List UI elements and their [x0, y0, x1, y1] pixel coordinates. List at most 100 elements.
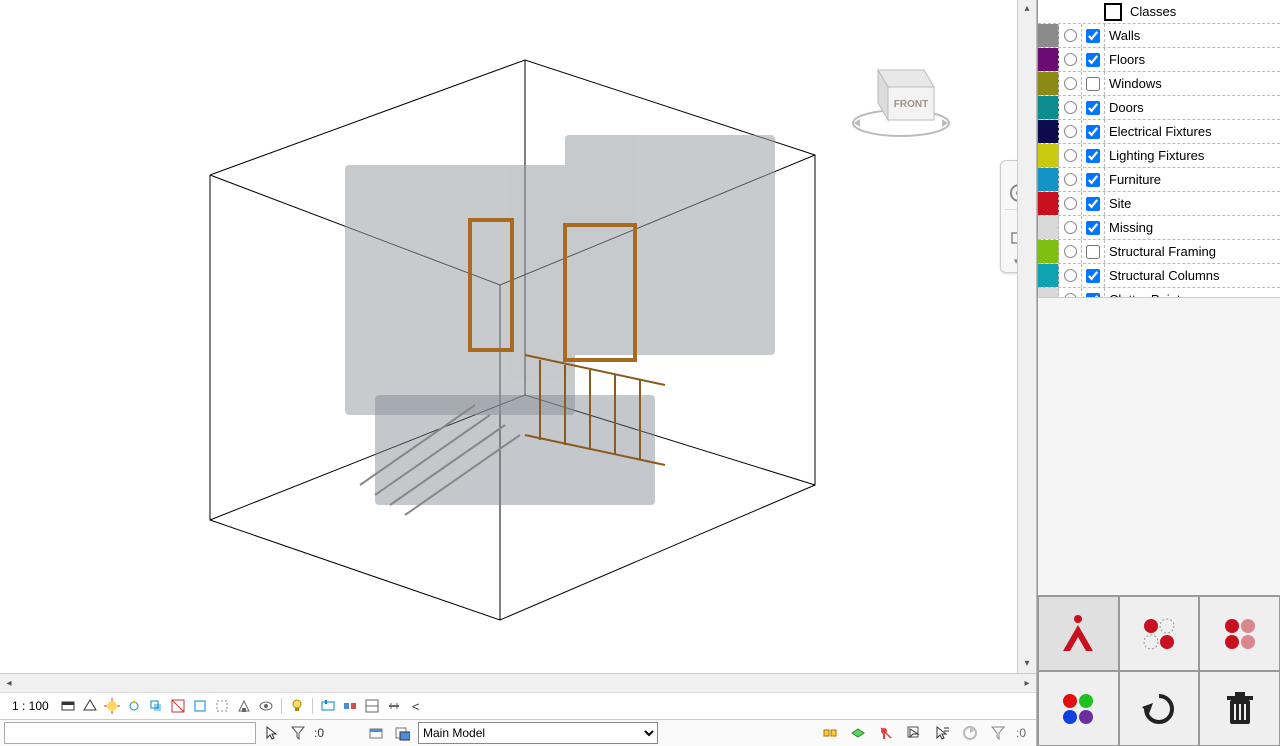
tool-undo-button[interactable] — [1119, 671, 1200, 746]
class-radio[interactable] — [1059, 240, 1082, 263]
color-swatch[interactable] — [1038, 72, 1059, 95]
classes-header-label: Classes — [1124, 4, 1280, 19]
drag-elements-icon[interactable] — [932, 723, 952, 743]
vertical-scrollbar[interactable]: ▴ ▾ — [1017, 0, 1036, 673]
color-swatch[interactable] — [1038, 48, 1059, 71]
scroll-right-icon[interactable]: ▸ — [1018, 678, 1036, 689]
shadows-icon[interactable] — [147, 697, 165, 715]
workset-icon[interactable] — [366, 723, 386, 743]
rendering-icon[interactable] — [169, 697, 187, 715]
select-face-icon[interactable] — [904, 723, 924, 743]
color-swatch[interactable] — [1038, 192, 1059, 215]
color-swatch[interactable] — [1038, 96, 1059, 119]
temporary-hide-icon[interactable] — [257, 697, 275, 715]
tool-grid — [1038, 595, 1280, 746]
class-row[interactable]: Structural Framing — [1038, 240, 1280, 264]
tool-delete-button[interactable] — [1199, 671, 1280, 746]
class-radio[interactable] — [1059, 24, 1082, 47]
class-row[interactable]: Site — [1038, 192, 1280, 216]
class-checkbox[interactable] — [1082, 288, 1105, 297]
viewport-3d[interactable]: FRONT ◦ ▾ ▾ ◦ ▴ ▾ — [0, 0, 1036, 673]
horizontal-scrollbar[interactable]: ◂ ▸ — [0, 673, 1036, 692]
tool-four-red-button[interactable] — [1199, 596, 1280, 671]
color-swatch[interactable] — [1038, 240, 1059, 263]
color-swatch[interactable] — [1038, 120, 1059, 143]
scroll-left-icon[interactable]: ◂ — [0, 678, 18, 689]
class-radio[interactable] — [1059, 48, 1082, 71]
class-label: Structural Columns — [1105, 268, 1280, 283]
reveal-hidden-icon[interactable] — [319, 697, 337, 715]
class-radio[interactable] — [1059, 192, 1082, 215]
class-radio[interactable] — [1059, 216, 1082, 239]
model-graphics-icon[interactable] — [59, 697, 77, 715]
class-row[interactable]: Windows — [1038, 72, 1280, 96]
detail-level-icon[interactable] — [81, 697, 99, 715]
class-row[interactable]: Floors — [1038, 48, 1280, 72]
class-checkbox[interactable] — [1082, 144, 1105, 167]
color-swatch[interactable] — [1038, 288, 1059, 297]
class-row[interactable]: Missing — [1038, 216, 1280, 240]
class-radio[interactable] — [1059, 120, 1082, 143]
scroll-up-icon[interactable]: ▴ — [1018, 0, 1036, 18]
select-links-icon[interactable] — [820, 723, 840, 743]
unlocked-3d-icon[interactable] — [235, 697, 253, 715]
tool-two-red-dashed-button[interactable] — [1119, 596, 1200, 671]
sun-path-icon[interactable] — [125, 697, 143, 715]
class-radio[interactable] — [1059, 264, 1082, 287]
color-swatch[interactable] — [1038, 264, 1059, 287]
class-radio[interactable] — [1059, 288, 1082, 297]
class-checkbox[interactable] — [1082, 264, 1105, 287]
editable-only-icon[interactable] — [392, 723, 412, 743]
class-radio[interactable] — [1059, 144, 1082, 167]
worksharing-display-icon[interactable] — [341, 697, 359, 715]
class-radio[interactable] — [1059, 168, 1082, 191]
visual-style-icon[interactable] — [103, 697, 121, 715]
tool-logo-button[interactable] — [1038, 596, 1119, 671]
tool-rgb-button[interactable] — [1038, 671, 1119, 746]
class-checkbox[interactable] — [1082, 120, 1105, 143]
lightbulb-icon[interactable] — [288, 697, 306, 715]
color-swatch[interactable] — [1038, 216, 1059, 239]
class-radio[interactable] — [1059, 72, 1082, 95]
class-checkbox[interactable] — [1082, 192, 1105, 215]
filter-count-icon[interactable] — [288, 723, 308, 743]
cursor-select-icon[interactable] — [262, 723, 282, 743]
select-underlay-icon[interactable] — [848, 723, 868, 743]
class-checkbox[interactable] — [1082, 48, 1105, 71]
class-row[interactable]: Furniture — [1038, 168, 1280, 192]
type-selector-input[interactable] — [4, 722, 256, 744]
filter-icon[interactable] — [988, 723, 1008, 743]
class-checkbox[interactable] — [1082, 96, 1105, 119]
class-row[interactable]: Walls — [1038, 24, 1280, 48]
class-row[interactable]: Electrical Fixtures — [1038, 120, 1280, 144]
class-row[interactable]: Clutter Points — [1038, 288, 1280, 297]
crop-view-icon[interactable] — [191, 697, 209, 715]
view-scale[interactable]: 1 : 100 — [6, 699, 55, 713]
model-selector[interactable]: Main Model — [418, 722, 658, 744]
class-checkbox[interactable] — [1082, 24, 1105, 47]
color-swatch[interactable] — [1038, 144, 1059, 167]
class-checkbox[interactable] — [1082, 168, 1105, 191]
background-processes-icon[interactable] — [960, 723, 980, 743]
color-swatch[interactable] — [1038, 168, 1059, 191]
class-row[interactable]: Doors — [1038, 96, 1280, 120]
crop-region-visible-icon[interactable] — [213, 697, 231, 715]
class-row[interactable]: Lighting Fixtures — [1038, 144, 1280, 168]
select-pinned-icon[interactable] — [876, 723, 896, 743]
class-radio[interactable] — [1059, 96, 1082, 119]
viewcube[interactable]: FRONT — [846, 45, 956, 145]
scroll-down-icon[interactable]: ▾ — [1018, 655, 1036, 673]
class-row[interactable]: Structural Columns — [1038, 264, 1280, 288]
class-label: Windows — [1105, 76, 1280, 91]
pointcloud-scene — [195, 55, 835, 625]
class-checkbox[interactable] — [1082, 240, 1105, 263]
chevron-left-icon[interactable]: < — [407, 697, 425, 715]
class-checkbox[interactable] — [1082, 216, 1105, 239]
constraints-icon[interactable] — [385, 697, 403, 715]
analytical-model-icon[interactable] — [363, 697, 381, 715]
color-swatch[interactable] — [1038, 24, 1059, 47]
filter-count-label: :0 — [314, 726, 324, 740]
class-checkbox[interactable] — [1082, 72, 1105, 95]
class-label: Floors — [1105, 52, 1280, 67]
view-control-bar: 1 : 100 < — [0, 692, 1036, 719]
